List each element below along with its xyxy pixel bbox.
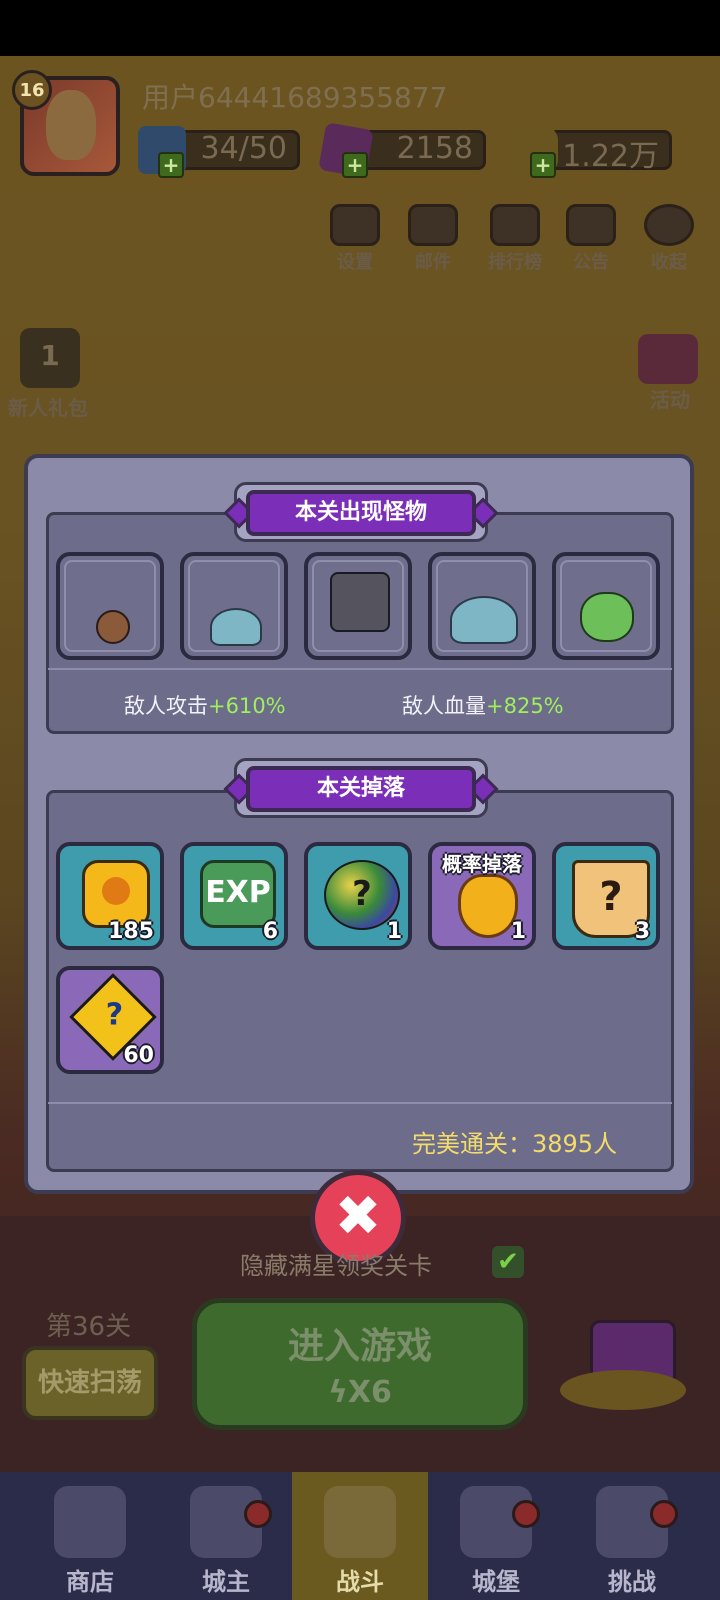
activity-label[interactable]: 活动 bbox=[650, 384, 690, 413]
mail-icon bbox=[408, 204, 458, 246]
mail-label: 邮件 bbox=[415, 252, 451, 273]
hide-full-star-checkbox[interactable]: ✔ bbox=[492, 1246, 524, 1278]
newbie-pack-count: 1 bbox=[40, 339, 60, 372]
drop-exp[interactable]: EXP 6 bbox=[180, 842, 288, 950]
perfect-clear-count: 完美通关：3895人 bbox=[412, 1130, 618, 1158]
tab-shop-label: 商店 bbox=[66, 1568, 114, 1596]
drop-count: 185 bbox=[108, 919, 154, 944]
drop-random-gems[interactable]: ? 1 bbox=[304, 842, 412, 950]
monkey-monster-icon bbox=[96, 610, 130, 644]
tab-castle[interactable]: 城堡 bbox=[428, 1472, 564, 1600]
leaderboard-button[interactable]: 排行榜 bbox=[480, 204, 550, 274]
newbie-pack-icon[interactable]: 1 bbox=[20, 328, 80, 388]
hide-full-star-label: 隐藏满星领奖关卡 bbox=[240, 1252, 432, 1280]
panel-divider bbox=[48, 1102, 672, 1104]
monster-slot[interactable] bbox=[180, 552, 288, 660]
treasure-chest-icon[interactable] bbox=[560, 1310, 690, 1420]
mail-button[interactable]: 邮件 bbox=[402, 204, 464, 274]
drop-mystery-puzzle[interactable]: ? 60 bbox=[56, 966, 164, 1074]
energy-cost: ϟX6 bbox=[197, 1375, 523, 1410]
settings-button[interactable]: 设置 bbox=[324, 204, 386, 274]
newbie-pack-label[interactable]: 新人礼包 bbox=[8, 392, 88, 421]
leaderboard-label: 排行榜 bbox=[488, 252, 542, 273]
drop-count: 60 bbox=[123, 1043, 154, 1068]
notification-dot bbox=[512, 1500, 540, 1528]
monsters-title: 本关出现怪物 bbox=[246, 490, 476, 536]
flame-crest-icon bbox=[458, 874, 518, 938]
tab-challenge-label: 挑战 bbox=[608, 1568, 656, 1596]
armored-knight-icon bbox=[330, 572, 390, 632]
monster-slot[interactable] bbox=[428, 552, 536, 660]
exp-icon: EXP bbox=[200, 860, 276, 928]
tab-battle[interactable]: 战斗 bbox=[292, 1472, 428, 1600]
energy-cost-value: X6 bbox=[347, 1375, 392, 1410]
crossed-swords-icon bbox=[324, 1486, 396, 1558]
tab-lord[interactable]: 城主 bbox=[158, 1472, 294, 1600]
enemy-attack-stat: 敌人攻击+610% bbox=[124, 690, 286, 720]
username: 用户64441689355877 bbox=[142, 81, 448, 114]
quick-sweep-button[interactable]: 快速扫荡 bbox=[22, 1346, 158, 1420]
tab-battle-label: 战斗 bbox=[336, 1568, 384, 1596]
gold-coin-icon bbox=[82, 860, 150, 928]
drops-title: 本关掉落 bbox=[246, 766, 476, 812]
notification-dot bbox=[650, 1500, 678, 1528]
collapse-button[interactable]: 收起 bbox=[638, 204, 700, 274]
energy-pill: 34/50 bbox=[168, 130, 300, 170]
level-badge: 16 bbox=[12, 70, 52, 110]
collapse-icon bbox=[644, 204, 694, 246]
drop-gold-coin[interactable]: 185 bbox=[56, 842, 164, 950]
enemy-hp-value: +825% bbox=[486, 694, 564, 718]
stage-label: 第36关 bbox=[46, 1312, 132, 1342]
tab-castle-label: 城堡 bbox=[472, 1568, 520, 1596]
monster-slot[interactable] bbox=[56, 552, 164, 660]
large-blue-slime-icon bbox=[450, 596, 518, 644]
enemy-attack-label: 敌人攻击 bbox=[124, 694, 208, 718]
activity-gift-icon[interactable] bbox=[638, 334, 698, 384]
drop-mystery-scroll[interactable]: ? 3 bbox=[552, 842, 660, 950]
notification-dot bbox=[244, 1500, 272, 1528]
shop-icon bbox=[54, 1486, 126, 1558]
tab-shop[interactable]: 商店 bbox=[22, 1472, 158, 1600]
enemy-hp-label: 敌人血量 bbox=[402, 694, 486, 718]
drop-count: 1 bbox=[510, 919, 526, 944]
chance-drop-tag: 概率掉落 bbox=[442, 852, 522, 876]
enemy-attack-value: +610% bbox=[208, 694, 286, 718]
announcement-label: 公告 bbox=[573, 252, 609, 273]
collapse-label: 收起 bbox=[651, 252, 687, 273]
add-gems-button[interactable]: + bbox=[342, 152, 368, 178]
gems-value: 2158 bbox=[396, 131, 473, 166]
lightning-icon: ϟ bbox=[328, 1375, 348, 1410]
tab-challenge[interactable]: 挑战 bbox=[564, 1472, 700, 1600]
announcement-button[interactable]: 公告 bbox=[560, 204, 622, 274]
avatar-face bbox=[46, 90, 96, 160]
enter-game-button[interactable]: 进入游戏 ϟX6 bbox=[192, 1298, 528, 1430]
enemy-hp-stat: 敌人血量+825% bbox=[402, 690, 564, 720]
energy-value: 34/50 bbox=[200, 131, 287, 166]
blue-slime-icon bbox=[210, 608, 262, 646]
panel-divider bbox=[48, 668, 672, 670]
tab-lord-label: 城主 bbox=[202, 1568, 250, 1596]
green-blob-icon bbox=[580, 592, 634, 642]
settings-label: 设置 bbox=[337, 252, 373, 273]
bottom-nav: 商店 城主 战斗 城堡 挑战 bbox=[0, 1472, 720, 1600]
leaderboard-icon bbox=[490, 204, 540, 246]
drop-count: 3 bbox=[634, 919, 650, 944]
gear-icon bbox=[330, 204, 380, 246]
monster-slot[interactable] bbox=[552, 552, 660, 660]
drop-count: 6 bbox=[262, 919, 278, 944]
enter-game-label: 进入游戏 bbox=[287, 1326, 432, 1367]
drop-count: 1 bbox=[386, 919, 402, 944]
add-energy-button[interactable]: + bbox=[158, 152, 184, 178]
monster-slot[interactable] bbox=[304, 552, 412, 660]
add-coins-button[interactable]: + bbox=[530, 152, 556, 178]
coins-value: 1.22万 bbox=[562, 139, 659, 174]
megaphone-icon bbox=[566, 204, 616, 246]
